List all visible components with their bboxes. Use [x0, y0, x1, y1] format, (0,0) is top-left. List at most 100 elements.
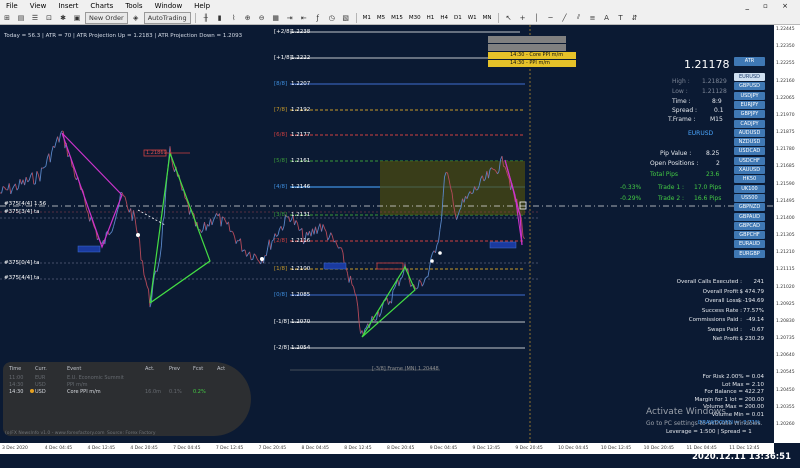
- indicators-icon[interactable]: ƒ: [312, 12, 324, 24]
- timeframe-h1[interactable]: H1: [424, 15, 438, 21]
- channel-icon[interactable]: ⫽: [573, 12, 585, 24]
- price-segment: [424, 279, 425, 284]
- price-segment: [15, 184, 17, 190]
- data-window-icon[interactable]: ⊡: [43, 12, 55, 24]
- pattern-line: [62, 133, 122, 195]
- meta-editor-icon[interactable]: ◈: [130, 12, 142, 24]
- level-price: 1.2238: [291, 29, 310, 35]
- symbol-button-gbpjpy[interactable]: GBPJPY: [734, 110, 765, 118]
- timeframe-d1[interactable]: D1: [451, 15, 465, 21]
- zoom-out-icon[interactable]: ⊖: [256, 12, 268, 24]
- symbol-button-us500[interactable]: US500: [734, 194, 765, 202]
- tile-icon[interactable]: ▦: [270, 12, 282, 24]
- symbol-button-gbpchf[interactable]: GBPCHF: [734, 231, 765, 239]
- time-tick: 7 Dec 04:45: [173, 446, 200, 451]
- news-row-event[interactable]: PPI m/m: [67, 382, 88, 388]
- chart-area[interactable]: Today = 56.3 | ATR = 70 | ATR Projection…: [0, 25, 774, 443]
- trendline-icon[interactable]: ╱: [559, 12, 571, 24]
- price-segment: [247, 254, 249, 256]
- symbol-button-usdcad[interactable]: USDCAD: [734, 147, 765, 155]
- symbol-button-eurjpy[interactable]: EURJPY: [734, 101, 765, 109]
- label-icon[interactable]: T: [615, 12, 627, 24]
- price-segment: [436, 245, 438, 253]
- price-segment: [257, 259, 259, 261]
- fibonacci-icon[interactable]: ≡: [587, 12, 599, 24]
- symbol-button-usdchf[interactable]: USDCHF: [734, 157, 765, 165]
- line-chart-icon[interactable]: ⌇: [228, 12, 240, 24]
- symbol-button-audusd[interactable]: AUDUSD: [734, 129, 765, 137]
- menu-window[interactable]: Window: [149, 2, 189, 10]
- symbol-button-gbpnzd[interactable]: GBPNZD: [734, 203, 765, 211]
- trade2-label: Trade 2 :: [658, 195, 684, 202]
- symbol-button-gbpusd[interactable]: GBPUSD: [734, 82, 765, 90]
- periods-icon[interactable]: ◷: [326, 12, 338, 24]
- crosshair-icon[interactable]: +: [517, 12, 529, 24]
- price-tick: 1.22350: [776, 44, 795, 49]
- news-row-event[interactable]: Core PPI m/m: [67, 389, 101, 395]
- menu-file[interactable]: File: [0, 2, 24, 10]
- symbol-button-usdjpy[interactable]: USDJPY: [734, 92, 765, 100]
- symbol-button-gbpcad[interactable]: GBPCAD: [734, 222, 765, 230]
- symbol-button-nzdusd[interactable]: NZDUSD: [734, 138, 765, 146]
- window-controls[interactable]: _ ▫ ×: [745, 2, 800, 10]
- horizontal-line-icon[interactable]: ─: [545, 12, 557, 24]
- price-axis[interactable]: 1.224451.223501.222551.221601.220651.219…: [774, 25, 800, 443]
- autotrading-button[interactable]: AutoTrading: [144, 12, 191, 24]
- pattern-line: [150, 261, 210, 303]
- templates-icon[interactable]: ▧: [340, 12, 352, 24]
- timeframe-m5[interactable]: M5: [374, 15, 388, 21]
- symbol-button-cadjpy[interactable]: CADJPY: [734, 120, 765, 128]
- symbol-button-hk50[interactable]: HK50: [734, 175, 765, 183]
- time-tick: 7 Dec 20:45: [259, 446, 286, 451]
- menu-tools[interactable]: Tools: [119, 2, 148, 10]
- menu-charts[interactable]: Charts: [84, 2, 119, 10]
- price-segment: [326, 232, 328, 241]
- timeframe-m15[interactable]: M15: [388, 15, 406, 21]
- candlestick-icon[interactable]: ▮: [214, 12, 226, 24]
- cursor-icon[interactable]: ↖: [503, 12, 515, 24]
- timeframe-mn[interactable]: MN: [480, 15, 495, 21]
- new-order-button[interactable]: New Order: [85, 12, 128, 24]
- price-tick: 1.21875: [776, 130, 795, 135]
- timeframe-m1[interactable]: M1: [360, 15, 374, 21]
- symbol-button-eurgbp[interactable]: EURGBP: [734, 250, 765, 258]
- news-panel: Time Curr. Event Act. Prev Fcst Act 11:0…: [3, 362, 251, 436]
- price-segment: [352, 285, 354, 287]
- vertical-line-icon[interactable]: │: [531, 12, 543, 24]
- news-row-event[interactable]: E.U. Economic Summit: [67, 375, 124, 381]
- arrows-icon[interactable]: ⇵: [629, 12, 641, 24]
- price-segment: [157, 265, 158, 272]
- autoscroll-icon[interactable]: ⇥: [284, 12, 296, 24]
- bar-chart-icon[interactable]: ╫: [200, 12, 212, 24]
- menu-help[interactable]: Help: [188, 2, 216, 10]
- high-label: High :: [672, 78, 690, 85]
- chart-shift-icon[interactable]: ⇤: [298, 12, 310, 24]
- timeframe-w1[interactable]: W1: [465, 15, 480, 21]
- menu-view[interactable]: View: [24, 2, 53, 10]
- news-row-time: 11:00: [9, 375, 23, 381]
- market-watch-icon[interactable]: ☰: [29, 12, 41, 24]
- zoom-in-icon[interactable]: ⊕: [242, 12, 254, 24]
- time-axis[interactable]: 3 Dec 20204 Dec 04:454 Dec 12:454 Dec 20…: [0, 443, 774, 454]
- news-header-fcst: Fcst: [193, 366, 203, 372]
- symbol-button-eurusd[interactable]: EURUSD: [734, 73, 765, 81]
- symbol-button-gbpaud[interactable]: GBPAUD: [734, 213, 765, 221]
- text-icon[interactable]: A: [601, 12, 613, 24]
- navigator-icon[interactable]: ✱: [57, 12, 69, 24]
- atr-button[interactable]: ATR: [734, 57, 765, 66]
- terminal-icon[interactable]: ▣: [71, 12, 83, 24]
- timeframe-h4[interactable]: H4: [437, 15, 451, 21]
- price-segment: [425, 277, 426, 279]
- symbol-button-uk100[interactable]: UK100: [734, 185, 765, 193]
- timeframe-m30[interactable]: M30: [406, 15, 424, 21]
- price-tick: 1.20545: [776, 370, 795, 375]
- symbol-button-xauusd[interactable]: XAUUSD: [734, 166, 765, 174]
- time-tick: 9 Dec 20:45: [515, 446, 542, 451]
- level-name: [8/8]: [274, 81, 287, 87]
- symbol-button-euraud[interactable]: EURAUD: [734, 240, 765, 248]
- menu-insert[interactable]: Insert: [52, 2, 84, 10]
- new-chart-icon[interactable]: ⊞: [1, 12, 13, 24]
- level-price: 1.2192: [291, 107, 310, 113]
- price-segment: [317, 228, 319, 234]
- profiles-icon[interactable]: ▤: [15, 12, 27, 24]
